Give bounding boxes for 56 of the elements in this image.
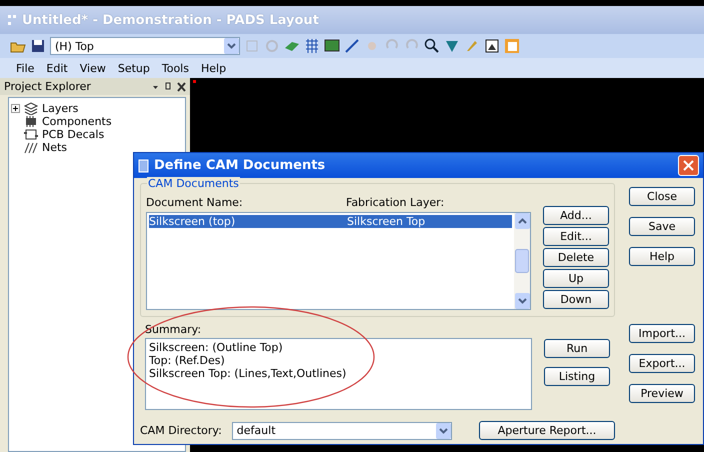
- dialog-title: Define CAM Documents: [154, 158, 326, 173]
- scroll-down-icon[interactable]: [514, 293, 530, 309]
- dialog-button[interactable]: Import...: [629, 324, 695, 343]
- menu-item[interactable]: Help: [200, 62, 226, 74]
- aperture-report-button[interactable]: Aperture Report...: [479, 421, 615, 440]
- panel-title: Project Explorer: [4, 80, 91, 93]
- image-icon[interactable]: [484, 38, 500, 54]
- line-icon[interactable]: [344, 38, 360, 54]
- tree-item[interactable]: Layers: [42, 102, 78, 115]
- tree-item[interactable]: Components: [42, 115, 112, 128]
- save-icon[interactable]: [30, 38, 46, 54]
- window-title: Untitled* - Demonstration - PADS Layout: [22, 12, 319, 28]
- chip-icon: [23, 115, 39, 128]
- scrollbar[interactable]: [514, 213, 530, 309]
- tree-item[interactable]: Nets: [42, 141, 68, 154]
- dialog-button[interactable]: Close: [629, 187, 695, 206]
- tree-item[interactable]: PCB Decals: [42, 128, 104, 141]
- app-icon: [6, 13, 18, 27]
- scroll-thumb-icon[interactable]: [515, 249, 529, 273]
- dialog-button[interactable]: Preview: [629, 384, 695, 403]
- group-label: CAM Documents: [147, 177, 240, 190]
- menu-item[interactable]: Edit: [46, 62, 68, 74]
- grid-icon[interactable]: [304, 38, 320, 54]
- dialog-button[interactable]: Up: [543, 269, 609, 288]
- expander-icon[interactable]: [11, 104, 20, 113]
- search-icon[interactable]: [424, 38, 440, 54]
- dialog-button[interactable]: Add...: [543, 206, 609, 225]
- summary-line: Silkscreen: (Outline Top): [149, 341, 284, 354]
- dialog-button[interactable]: Edit...: [543, 227, 609, 246]
- dialog-button[interactable]: Export...: [629, 354, 695, 373]
- menu-item[interactable]: View: [80, 62, 106, 74]
- menu-item[interactable]: Setup: [118, 62, 150, 74]
- column-header: Document Name:: [146, 196, 244, 210]
- close-icon[interactable]: [678, 155, 699, 176]
- footprint-icon: [23, 128, 39, 141]
- dialog-button[interactable]: Run: [544, 339, 610, 358]
- layers-icon: [23, 102, 39, 115]
- dialog-button[interactable]: Help: [629, 247, 695, 266]
- summary-line: Silkscreen Top: (Lines,Text,Outlines): [149, 367, 348, 380]
- list-row[interactable]: Silkscreen (top) Silkscreen Top: [149, 215, 512, 228]
- dialog-icon: [138, 158, 150, 172]
- summary-line: Top: (Ref.Des): [149, 354, 226, 367]
- column-header: Fabrication Layer:: [346, 196, 446, 210]
- dialog-button[interactable]: Delete: [543, 248, 609, 267]
- scroll-up-icon[interactable]: [514, 213, 530, 229]
- layer-dropdown[interactable]: (H) Top: [50, 37, 240, 55]
- dialog-button[interactable]: Listing: [544, 367, 610, 386]
- directory-dropdown[interactable]: default: [232, 422, 452, 440]
- nets-icon: [23, 141, 39, 154]
- menu-item[interactable]: File: [16, 62, 34, 74]
- dialog-button[interactable]: Save: [629, 217, 695, 236]
- dialog-button[interactable]: Down: [543, 290, 609, 309]
- directory-label: CAM Directory:: [140, 424, 222, 437]
- origin-marker-icon: [193, 80, 196, 83]
- menu-item[interactable]: Tools: [162, 62, 189, 74]
- panel-controls-icon[interactable]: [152, 82, 186, 92]
